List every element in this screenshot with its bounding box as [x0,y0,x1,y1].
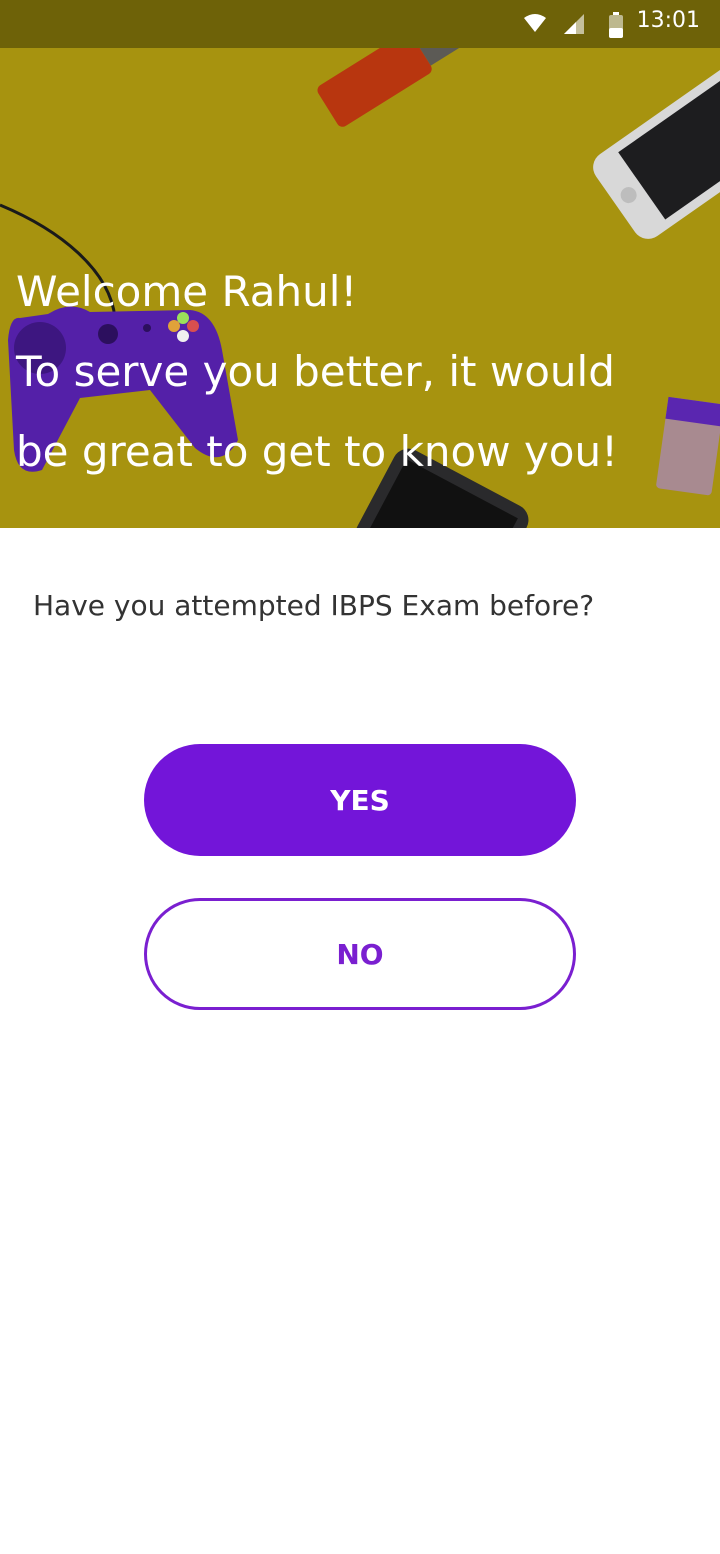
welcome-subtitle-line1: To serve you better, it would [16,347,615,396]
welcome-message: Welcome Rahul! To serve you better, it w… [16,252,706,492]
yes-button-label: YES [330,783,390,817]
battery-icon [609,12,623,38]
wifi-icon [524,14,546,32]
status-bar: 13:01 [0,0,720,48]
welcome-title: Welcome Rahul! [16,267,358,316]
welcome-subtitle-line2: be great to get to know you! [16,427,618,476]
yes-button[interactable]: YES [144,744,576,856]
clock: 13:01 [636,8,700,33]
smartphone-icon [593,54,720,239]
exam-question: Have you attempted IBPS Exam before? [33,589,595,622]
no-button-label: NO [336,937,384,971]
no-button[interactable]: NO [144,898,576,1010]
welcome-banner: Welcome Rahul! To serve you better, it w… [0,0,720,528]
cellular-signal-icon [564,14,584,34]
